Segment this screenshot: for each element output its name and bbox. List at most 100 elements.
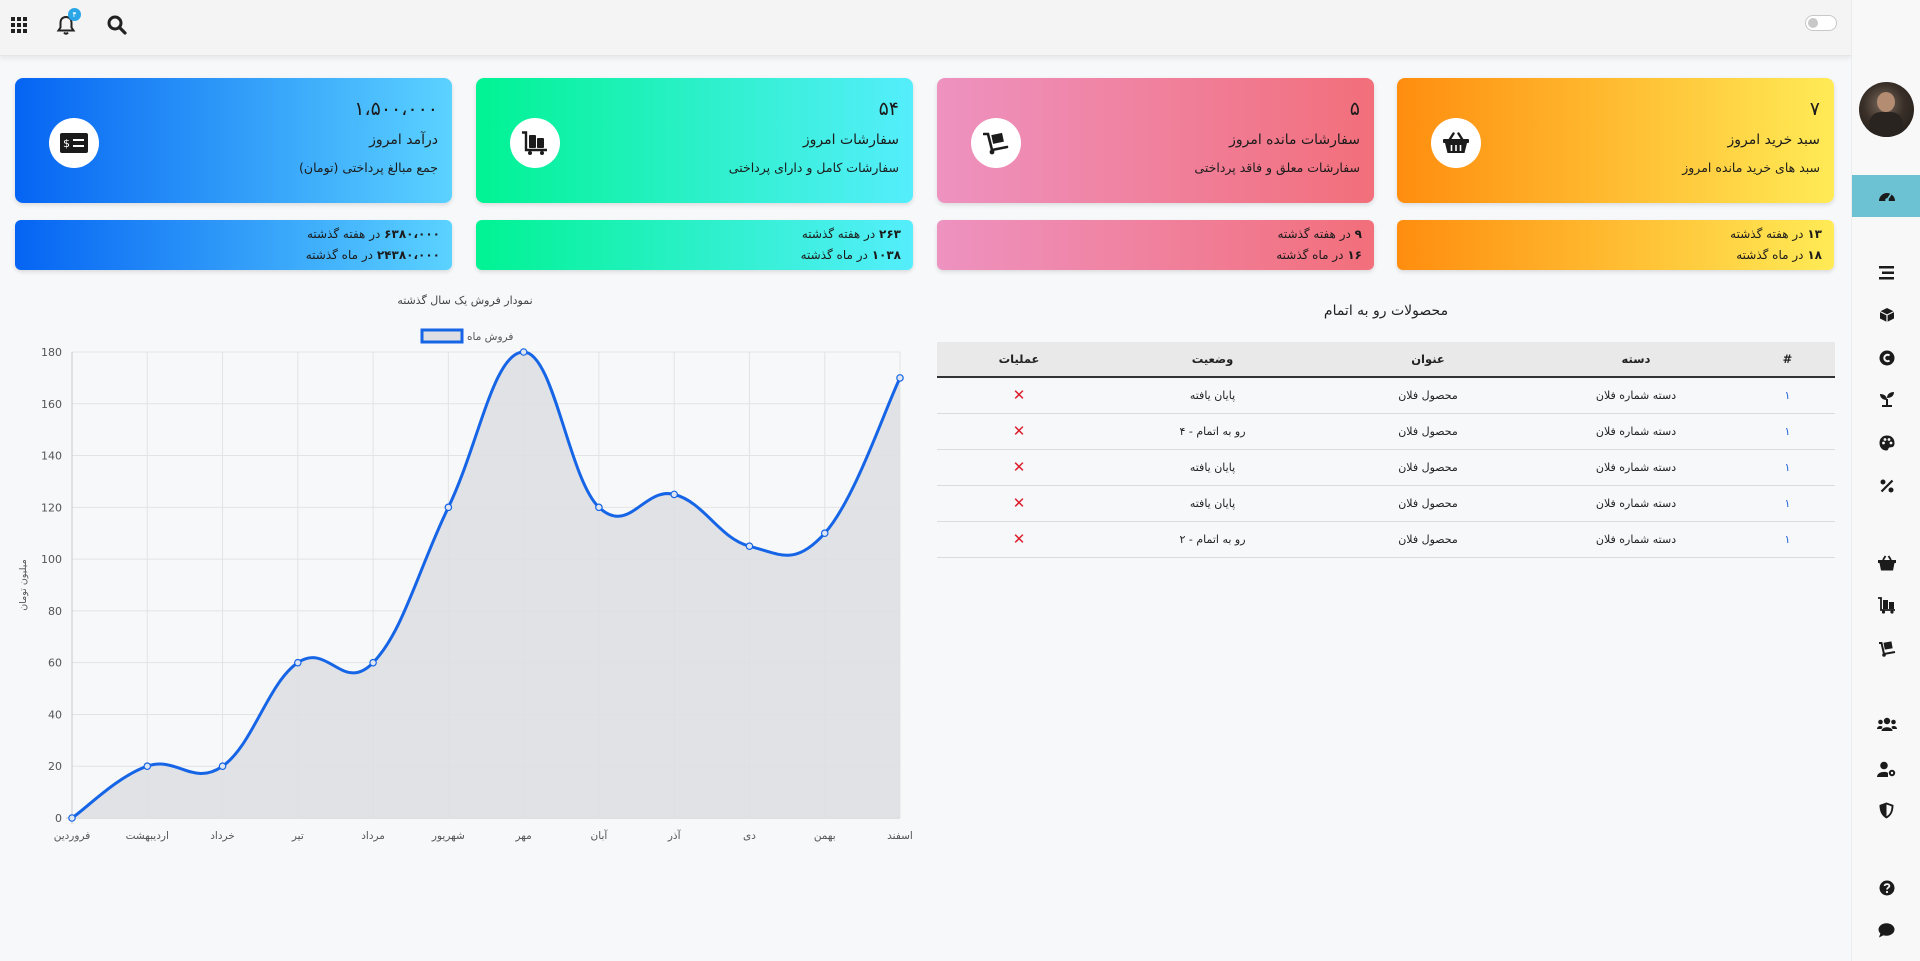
delete-icon[interactable]: ✕ <box>1013 458 1026 476</box>
delete-icon[interactable]: ✕ <box>1013 386 1026 404</box>
sidebar-item-dashboard[interactable] <box>1852 175 1920 217</box>
palette-icon <box>1879 435 1894 451</box>
card-value: ۱،۵۰۰،۰۰۰ <box>354 98 438 120</box>
sidebar <box>1851 0 1920 961</box>
sales-chart: نمودار فروش یک سال گذشته فروش ماه 0 20 40 60 8… <box>18 294 913 842</box>
x-tick-label: فروردین <box>54 830 91 842</box>
x-tick-label: مهر <box>515 830 532 842</box>
sidebar-item-discounts[interactable] <box>1852 473 1920 499</box>
card-carts-today: ۷ سبد خرید امروز سبد های خرید مانده امرو… <box>1397 78 1834 203</box>
card-icon-circle <box>971 118 1021 168</box>
dashboard-icon <box>1878 193 1895 202</box>
x-tick-label: شهریور <box>431 830 465 842</box>
stat-week: ۹ در هفته گذشته <box>1277 227 1363 241</box>
y-tick-label: 160 <box>41 398 62 411</box>
x-tick-label: مرداد <box>361 830 385 842</box>
legend-label: فروش ماه <box>467 331 513 343</box>
col-title: عنوان <box>1324 342 1532 378</box>
search-icon[interactable] <box>104 12 130 38</box>
basket-icon <box>1443 132 1469 153</box>
y-tick-label: 140 <box>41 450 62 463</box>
table-title: محصولات رو به اتمام <box>1323 303 1449 319</box>
data-point <box>143 762 152 771</box>
x-tick-label: آبان <box>591 829 609 842</box>
products-table: # دسته عنوان وضعیت عملیات ۱ دسته شماره ف… <box>937 342 1835 558</box>
table-row: ۱ دسته شماره فلان محصول فلان پایان یافته… <box>937 485 1835 522</box>
sidebar-item-messages[interactable] <box>1852 917 1920 943</box>
notification-bell-icon[interactable]: ۴ <box>53 8 81 38</box>
card-pending-orders: ۵ سفارشات مانده امروز سفارشات معلق و فاق… <box>937 78 1374 203</box>
sidebar-item-carts[interactable] <box>1852 550 1920 576</box>
stat-month: ۱۶ در ماه گذشته <box>1276 248 1362 262</box>
card-icon-circle <box>1431 118 1481 168</box>
stat-month: ۲۴۳۸۰،۰۰۰ در ماه گذشته <box>305 248 440 262</box>
data-point <box>896 374 904 382</box>
sidebar-item-categories[interactable] <box>1852 386 1920 412</box>
notification-count-badge: ۴ <box>68 8 81 21</box>
data-point <box>444 503 453 512</box>
table-header-row: # دسته عنوان وضعیت عملیات <box>937 342 1835 378</box>
luggage-cart-icon <box>1877 596 1895 614</box>
card-title: سفارشات مانده امروز <box>1229 132 1360 148</box>
card-subtitle: جمع مبالغ پرداختی (تومان) <box>299 160 438 175</box>
series-area <box>72 352 900 818</box>
data-point <box>519 348 528 356</box>
delete-icon[interactable]: ✕ <box>1013 494 1026 512</box>
card-subtitle: سفارشات کامل و دارای پرداختی <box>728 160 899 175</box>
y-tick-label: 120 <box>41 501 62 514</box>
table-row: ۱ دسته شماره فلان محصول فلان پایان یافته… <box>937 377 1835 414</box>
sidebar-item-products[interactable] <box>1852 302 1920 328</box>
data-point <box>595 503 603 512</box>
card-title: سفارشات امروز <box>802 132 899 148</box>
card-title: درآمد امروز <box>369 132 438 148</box>
theme-toggle[interactable] <box>1805 15 1837 31</box>
x-tick-label: خرداد <box>210 830 235 842</box>
cart-dolly-icon <box>983 132 1009 155</box>
x-tick-label: اردیبهشت <box>126 830 169 842</box>
y-tick-label: 100 <box>41 553 62 566</box>
apps-grid-icon[interactable] <box>6 12 32 38</box>
table-row: ۱ دسته شماره فلان محصول فلان رو به اتمام… <box>937 521 1835 558</box>
sidebar-item-colors[interactable] <box>1852 430 1920 456</box>
sidebar-item-users[interactable] <box>1852 711 1920 737</box>
card-orders-today: ۵۴ سفارشات امروز سفارشات کامل و دارای پر… <box>476 78 913 203</box>
col-status: وضعیت <box>1101 342 1324 378</box>
svg-text:$: $ <box>63 137 70 150</box>
col-actions: عملیات <box>937 342 1101 378</box>
col-category: دسته <box>1532 342 1740 378</box>
basket-icon <box>1877 555 1896 571</box>
stat-week: ۱۳ در هفته گذشته <box>1730 227 1822 241</box>
sidebar-item-orders[interactable] <box>1852 592 1920 618</box>
sidebar-item-list[interactable] <box>1852 260 1920 286</box>
y-axis-label: میلیون تومان <box>18 559 29 610</box>
box-icon <box>1879 308 1894 322</box>
x-tick-label: دی <box>743 830 756 842</box>
y-tick-label: 180 <box>41 346 62 359</box>
data-point <box>745 542 754 550</box>
stat-month: ۱۸ در ماه گذشته <box>1736 248 1822 262</box>
avatar[interactable] <box>1859 82 1914 137</box>
data-point <box>670 490 678 499</box>
sidebar-item-user-settings[interactable] <box>1852 756 1920 782</box>
users-icon <box>1876 717 1897 731</box>
top-bar: ۴ <box>0 0 1851 56</box>
sidebar-item-help[interactable] <box>1852 875 1920 901</box>
card-icon-circle <box>510 118 560 168</box>
sidebar-item-brands[interactable] <box>1852 345 1920 371</box>
data-point <box>68 814 76 822</box>
user-gear-icon <box>1877 761 1896 777</box>
sidebar-item-shipments[interactable] <box>1852 635 1920 661</box>
stat-week: ۶۳۸۰،۰۰۰ در هفته گذشته <box>307 227 440 241</box>
delete-icon[interactable]: ✕ <box>1013 530 1026 548</box>
shield-icon <box>1879 802 1894 818</box>
card-subtitle: سبد های خرید مانده امروز <box>1682 160 1820 175</box>
sidebar-item-security[interactable] <box>1852 797 1920 823</box>
col-number: # <box>1740 342 1835 378</box>
stat-month: ۱۰۳۸ در ماه گذشته <box>800 248 901 262</box>
luggage-cart-icon <box>522 131 547 155</box>
delete-icon[interactable]: ✕ <box>1013 422 1026 440</box>
card-icon-circle: $ <box>49 118 99 168</box>
percent-icon <box>1880 479 1893 493</box>
list-icon <box>1879 266 1894 280</box>
card-value: ۵۴ <box>878 98 899 120</box>
